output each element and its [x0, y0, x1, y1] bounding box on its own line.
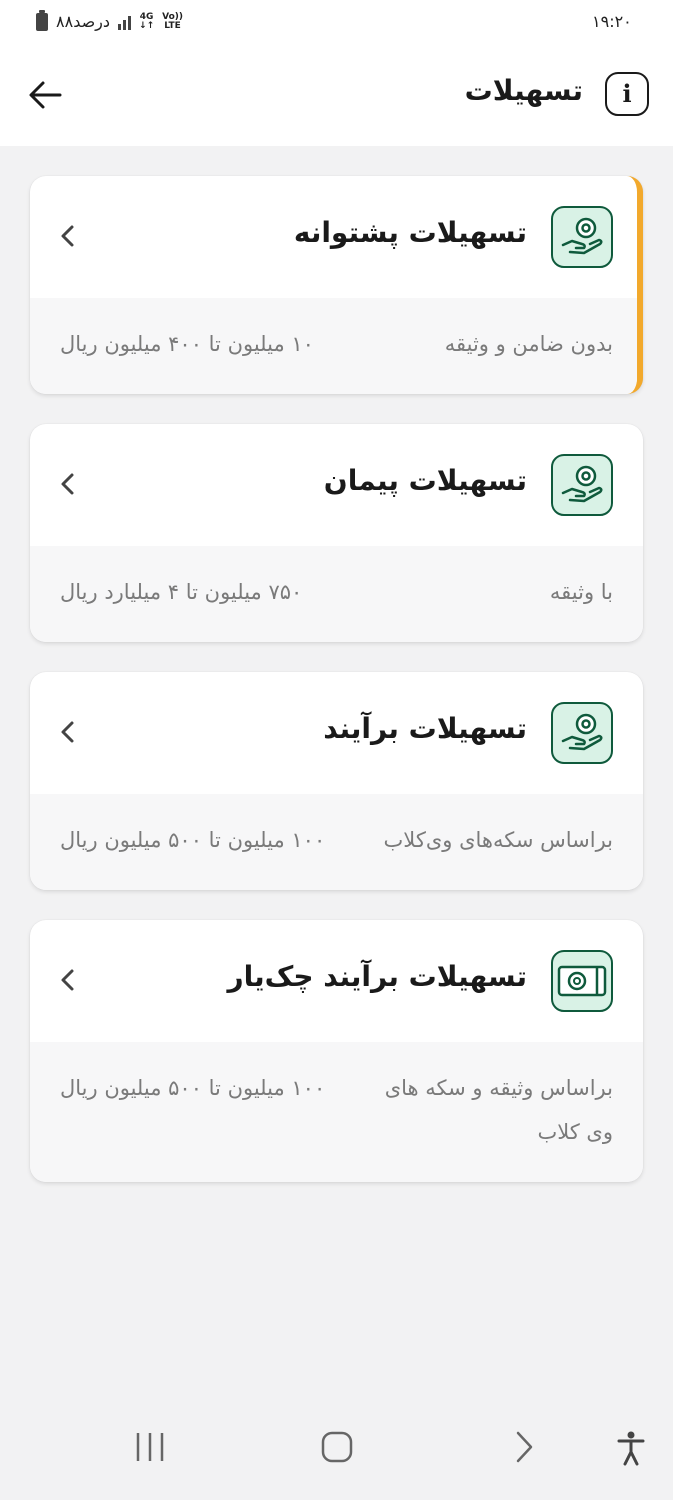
chevron-left-icon: [61, 721, 74, 743]
card-amount-range: ۱۰۰ میلیون تا ۵۰۰ میلیون ریال: [60, 828, 326, 852]
page-title: تسهیلات: [464, 74, 583, 107]
status-indicators: ۸۸درصد 4G ↓↑ Vo)) LTE: [36, 9, 184, 31]
facilities-list: تسهیلات پشتوانه بدون ضامن و وثیقه ۱۰ میل…: [30, 176, 643, 1182]
card-details: براساس سکه‌های وی‌کلاب ۱۰۰ میلیون تا ۵۰۰…: [30, 794, 643, 890]
recent-apps-button[interactable]: [134, 1430, 166, 1464]
back-button[interactable]: [24, 74, 66, 116]
info-icon: i: [622, 79, 632, 108]
cheque-icon: [551, 950, 613, 1012]
card-amount-range: ۱۰ میلیون تا ۴۰۰ میلیون ریال: [60, 332, 314, 356]
status-bar: ۸۸درصد 4G ↓↑ Vo)) LTE ۱۹:۲۰: [0, 0, 673, 48]
accessibility-icon[interactable]: [616, 1430, 646, 1466]
card-title: تسهیلات پشتوانه: [293, 216, 527, 249]
facility-card-barayand-chekyar[interactable]: تسهیلات برآیند چک‌یار براساس وثیقه و سکه…: [30, 920, 643, 1182]
arrow-left-icon: [29, 81, 62, 109]
card-condition: با وثیقه: [549, 580, 613, 604]
hand-coin-icon: [551, 702, 613, 764]
card-condition: بدون ضامن و وثیقه: [444, 332, 613, 356]
hand-coin-icon: [551, 454, 613, 516]
chevron-left-icon: [61, 225, 74, 247]
card-title: تسهیلات برآیند: [323, 712, 527, 745]
volte-indicator: Vo)) LTE: [162, 11, 184, 31]
card-details: بدون ضامن و وثیقه ۱۰ میلیون تا ۴۰۰ میلیو…: [30, 298, 637, 394]
chevron-left-icon: [61, 969, 74, 991]
info-button[interactable]: i: [605, 72, 649, 116]
facility-card-barayand[interactable]: تسهیلات برآیند براساس سکه‌های وی‌کلاب ۱۰…: [30, 672, 643, 890]
app-header: تسهیلات i: [0, 48, 673, 146]
network-type: 4G ↓↑: [139, 11, 155, 31]
card-header: تسهیلات برآیند: [30, 672, 643, 794]
battery-level: ۸۸درصد: [56, 12, 111, 31]
card-details: براساس وثیقه و سکه های وی کلاب ۱۰۰ میلیو…: [30, 1042, 643, 1182]
card-amount-range: ۱۰۰ میلیون تا ۵۰۰ میلیون ریال: [60, 1076, 326, 1100]
card-title: تسهیلات برآیند چک‌یار: [227, 960, 527, 993]
battery-icon: [36, 9, 48, 31]
nav-chevron-button[interactable]: [512, 1430, 536, 1464]
card-condition: براساس سکه‌های وی‌کلاب: [383, 828, 613, 852]
signal-icon: [118, 14, 132, 30]
home-button[interactable]: [320, 1430, 354, 1464]
facility-card-peyman[interactable]: تسهیلات پیمان با وثیقه ۷۵۰ میلیون تا ۴ م…: [30, 424, 643, 642]
card-header: تسهیلات برآیند چک‌یار: [30, 920, 643, 1042]
chevron-left-icon: [61, 473, 74, 495]
data-arrows-icon: ↓↑: [139, 20, 155, 31]
card-amount-range: ۷۵۰ میلیون تا ۴ میلیارد ریال: [60, 580, 303, 604]
status-time: ۱۹:۲۰: [592, 12, 632, 31]
card-header: تسهیلات پشتوانه: [30, 176, 637, 298]
card-header: تسهیلات پیمان: [30, 424, 643, 546]
card-condition: براساس وثیقه و سکه های وی کلاب: [384, 1076, 613, 1144]
card-details: با وثیقه ۷۵۰ میلیون تا ۴ میلیارد ریال: [30, 546, 643, 642]
system-nav-bar: [0, 1410, 673, 1500]
hand-coin-icon: [551, 206, 613, 268]
facility-card-poshtvaneh[interactable]: تسهیلات پشتوانه بدون ضامن و وثیقه ۱۰ میل…: [30, 176, 643, 394]
card-title: تسهیلات پیمان: [323, 464, 527, 497]
